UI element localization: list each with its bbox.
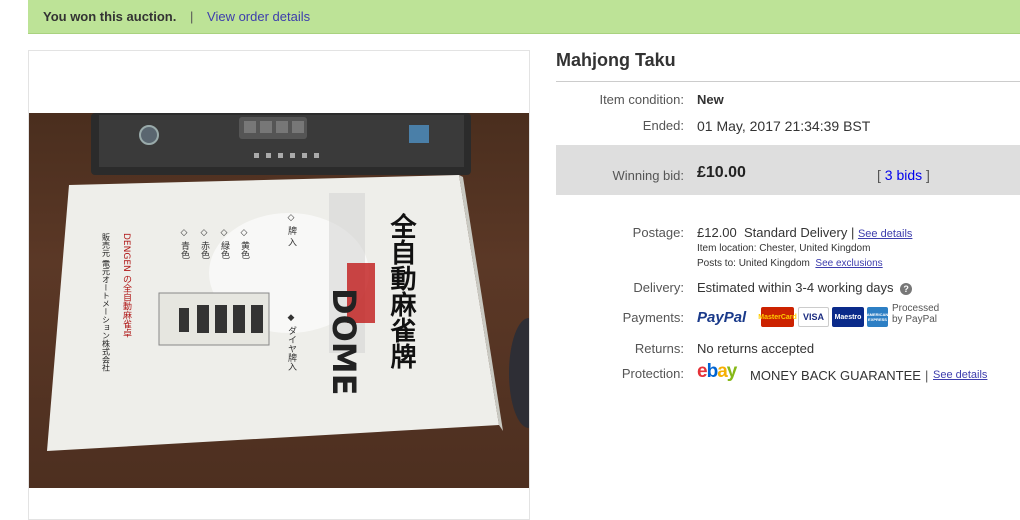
processed-by-paypal: Processed by PayPal [892,303,939,325]
returns-value: No returns accepted [697,341,815,356]
bids-bracket-close: ] [926,167,930,183]
postage-method: Standard Delivery [744,225,848,240]
bids-link[interactable]: 3 bids [885,167,922,183]
item-location: Item location: Chester, United Kingdom [697,243,870,254]
bids-count: [ 3 bids ] [877,167,930,183]
ended-label: Ended: [642,118,684,133]
bids-bracket-open: [ [877,167,881,183]
postage-value: £12.00 Standard Delivery | See details [697,225,912,240]
color-label-1: ◇ 黄色 [239,228,250,259]
item-location-value: Chester, United Kingdom [759,243,871,254]
color-label-2: ◇ 緑色 [219,228,230,259]
condition-label: Item condition: [599,92,684,107]
maker-text: DENGEN の全自動麻雀卓 [121,233,132,339]
box-title-text: 全自動麻雀牌 [386,212,417,370]
see-exclusions-link[interactable]: See exclusions [815,258,882,269]
delivery-text: Estimated within 3-4 working days [697,280,894,295]
posts-to-value: United Kingdom [738,258,810,269]
brand-text: DOME [325,288,363,395]
by-paypal-text: by PayPal [892,314,938,325]
winning-bid-value: £10.00 [697,164,746,181]
mastercard-icon: MasterCard [758,307,797,327]
company-text: 販売元 電元オートメーション株式会社 [102,232,111,373]
delivery-label: Delivery: [633,280,684,295]
delivery-value: Estimated within 3-4 working days ? [697,280,913,295]
payments-label: Payments: [622,310,684,325]
color-label-3: ◇ 赤色 [199,228,210,259]
amex-icon: AMERICAN EXPRESS [867,307,888,327]
postage-sep: | [850,225,855,240]
winning-bid-label: Winning bid: [612,168,684,183]
postage-see-details-link[interactable]: See details [858,228,912,240]
ended-value: 01 May, 2017 21:34:39 BST [697,118,871,134]
money-back-guarantee: MONEY BACK GUARANTEE [750,368,921,383]
won-message: You won this auction. [43,9,177,24]
view-order-details-link[interactable]: View order details [207,9,310,24]
color-label-4: ◇ 青色 [179,228,190,259]
item-photo[interactable]: 全自動麻雀牌 DOME DENGEN の全自動麻雀卓 販売元 電元オートメーショ… [29,113,529,488]
item-photo-graphic: 全自動麻雀牌 DOME DENGEN の全自動麻雀卓 販売元 電元オートメーショ… [47,113,529,451]
protection-see-details-link[interactable]: See details [933,369,987,381]
postage-price: £12.00 [697,225,737,240]
banner-separator: | [190,9,194,24]
paypal-logo: PayPal [697,309,747,326]
processed-text: Processed [892,303,940,314]
postage-label: Postage: [632,225,684,240]
item-title: Mahjong Taku [556,50,1020,82]
winning-bid-box: Winning bid: £10.00 [ 3 bids ] [556,145,1020,195]
protection-sep: | [925,368,929,383]
returns-label: Returns: [634,341,684,356]
posts-to: Posts to: United Kingdom See exclusions [697,258,883,269]
posts-to-label: Posts to: [697,258,736,269]
payments-row: Payments: PayPal MasterCard VISA Maestro… [556,303,1020,332]
protection-label: Protection: [621,366,684,381]
item-location-label: Item location: [697,243,757,254]
visa-icon: VISA [798,307,829,327]
maestro-icon: Maestro [832,307,864,327]
condition-value: New [697,92,724,107]
status-banner: You won this auction. | View order detai… [28,0,1020,34]
note2-text: ◇ 牌 入 [286,213,297,247]
ebay-logo: ebay ebay [697,361,737,382]
note-text: ◆ ダイヤ牌入 [286,313,297,371]
help-icon[interactable]: ? [900,283,913,295]
